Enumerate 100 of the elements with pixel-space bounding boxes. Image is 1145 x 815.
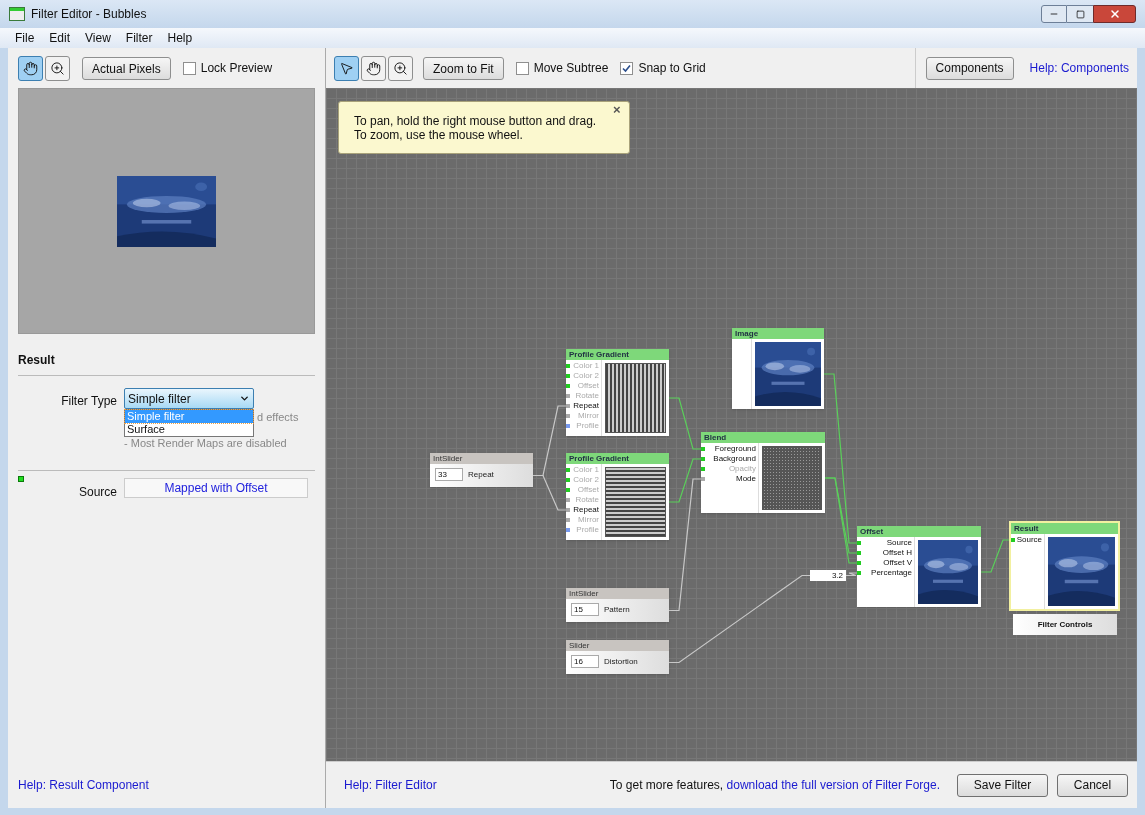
port-label: Mirror — [578, 515, 599, 525]
zoom-icon — [393, 60, 408, 76]
slider-label: Pattern — [604, 603, 630, 616]
help-link[interactable]: Help: Filter Editor — [344, 776, 437, 794]
port-label: Opacity — [728, 464, 756, 474]
cancel-button[interactable]: Cancel — [1057, 773, 1128, 797]
tip-text: To pan, hold the right mouse button and drag. — [354, 114, 598, 128]
node-title: Image — [732, 328, 824, 339]
port-label: Offset — [577, 485, 599, 495]
stripe-pattern — [605, 467, 666, 537]
value-field[interactable]: 15 — [571, 603, 599, 616]
checkbox-label: Lock Preview — [200, 60, 273, 77]
slider-label: Repeat — [468, 468, 494, 481]
component-node[interactable]: Profile Gradient Color 1 Color 2 Offset Rotate Repeat Mirror Profile — [566, 453, 669, 540]
node-title: Slider — [566, 640, 669, 651]
slider-node[interactable]: IntSlider 15 Pattern — [566, 588, 669, 622]
component-node[interactable]: Offset Source Offset H Offset V Percentage — [857, 526, 981, 607]
close-icon — [1108, 8, 1121, 20]
pointer-icon — [339, 60, 354, 76]
port-label: Color 1 — [573, 465, 599, 475]
pointer-tool-button[interactable] — [334, 55, 359, 81]
dot-pattern — [762, 446, 822, 510]
port-label: Color 1 — [573, 361, 599, 371]
port-label: Mode — [736, 474, 756, 484]
node-title: IntSlider — [430, 453, 533, 464]
section-heading: Result — [18, 352, 56, 369]
component-node[interactable]: Result Source — [1011, 523, 1118, 609]
note-text: d effects — [257, 411, 299, 424]
menu-item[interactable]: View — [78, 29, 118, 47]
dropdown-option[interactable]: Surface — [125, 423, 253, 436]
download-link[interactable]: download the full version of Filter Forge. — [726, 776, 940, 794]
checkbox[interactable] — [620, 61, 634, 75]
help-link[interactable]: Help: Components — [1029, 59, 1129, 77]
maximize-button[interactable] — [1067, 5, 1093, 23]
filter-controls-button[interactable]: Filter Controls — [1013, 614, 1117, 635]
help-link[interactable]: Help: Result Component — [18, 776, 149, 794]
node-title: Offset — [857, 526, 981, 537]
hand-tool-button[interactable] — [18, 55, 43, 81]
zoom-tool-button[interactable] — [45, 55, 70, 81]
port-label: Source — [1016, 535, 1042, 545]
slider-label: Distortion — [604, 655, 638, 668]
zoom-tool-button[interactable] — [388, 55, 413, 81]
node-title: Profile Gradient — [566, 453, 669, 464]
status-square-icon — [18, 476, 24, 482]
filter-type-label: Filter Type — [60, 393, 118, 410]
checkbox[interactable] — [182, 61, 196, 75]
filter-type-dropdown[interactable]: Simple filter — [124, 388, 254, 409]
close-button[interactable] — [1093, 5, 1136, 23]
port-label: Source — [886, 538, 912, 548]
actual-pixels-button[interactable]: Actual Pixels — [82, 57, 171, 81]
value-field[interactable]: 16 — [571, 655, 599, 668]
promo-text: To get more features, — [609, 777, 725, 794]
hand-tool-button[interactable] — [361, 55, 386, 81]
port-label: Offset V — [883, 558, 912, 568]
window-title: Filter Editor - Bubbles — [31, 6, 147, 23]
menu-item[interactable]: Help — [160, 29, 200, 47]
hand-icon — [23, 60, 38, 76]
menu-item[interactable]: Edit — [42, 29, 78, 47]
menu-item[interactable]: Filter — [118, 29, 160, 47]
save-filter-button[interactable]: Save Filter — [957, 773, 1048, 797]
components-button[interactable]: Components — [925, 56, 1014, 80]
node-title: IntSlider — [566, 588, 669, 599]
value-field[interactable]: 33 — [435, 468, 463, 481]
component-node[interactable]: Blend Foreground Background Opacity Mode — [701, 432, 825, 513]
connector-line — [845, 572, 858, 577]
port-label: Percentage — [871, 568, 912, 578]
component-node[interactable]: Profile Gradient Color 1 Color 2 Offset Rotate Repeat Mirror Profile — [566, 349, 669, 436]
checkbox-label: Snap to Grid — [638, 60, 706, 77]
graph-canvas[interactable] — [326, 88, 1137, 761]
node-title: Result — [1011, 523, 1118, 534]
port-label: Rotate — [575, 391, 599, 401]
stripe-pattern — [605, 363, 666, 433]
port-label: Color 2 — [573, 371, 599, 381]
source-button[interactable]: Mapped with Offset — [124, 478, 308, 498]
zoom-to-fit-button[interactable]: Zoom to Fit — [423, 57, 504, 81]
node-title: Profile Gradient — [566, 349, 669, 360]
app-icon — [9, 7, 25, 21]
menu-item[interactable]: File — [8, 29, 42, 47]
caret-icon — [239, 393, 250, 404]
port-label: Profile — [576, 421, 599, 431]
value-field[interactable]: 3.2 — [810, 570, 846, 581]
connector-line — [980, 539, 1012, 573]
slider-node[interactable]: Slider 16 Distortion — [566, 640, 669, 674]
note-text: - Most Render Maps are disabled — [124, 437, 288, 450]
node-title: Blend — [701, 432, 825, 443]
port-label: Mirror — [578, 411, 599, 421]
port-label: Foreground — [714, 444, 756, 454]
minimize-button[interactable] — [1041, 5, 1067, 23]
tip-close-button[interactable]: × — [613, 104, 621, 116]
port-label: Background — [713, 454, 756, 464]
zoom-icon — [50, 60, 65, 76]
checkbox-label: Move Subtree — [533, 60, 609, 77]
hand-icon — [366, 60, 381, 76]
checkbox[interactable] — [515, 61, 529, 75]
component-node[interactable]: Image — [732, 328, 824, 409]
port-label: Repeat — [573, 401, 599, 411]
connector-line — [668, 397, 702, 450]
maximize-icon — [1075, 9, 1085, 19]
port-label: Rotate — [575, 495, 599, 505]
slider-node[interactable]: IntSlider 33 Repeat — [430, 453, 533, 487]
